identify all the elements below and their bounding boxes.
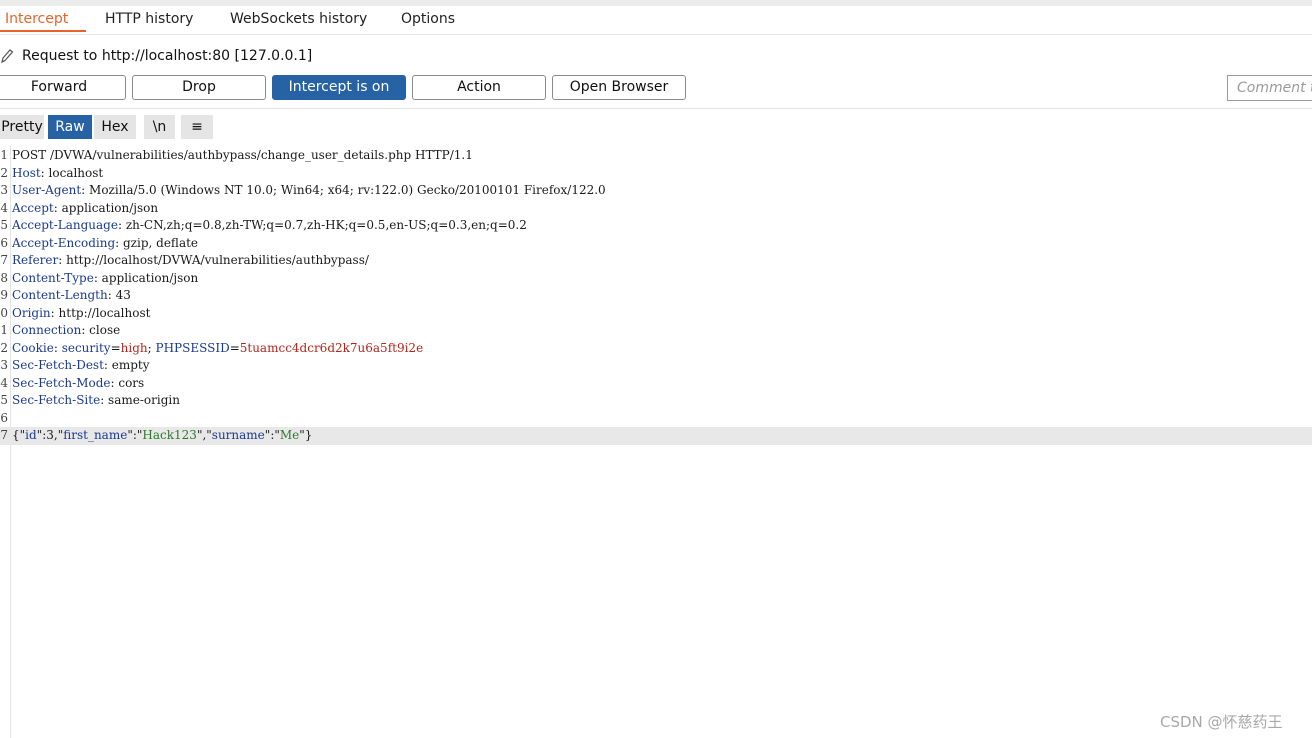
header-value: http://localhost/DVWA/vulnerabilities/au…: [66, 253, 369, 267]
header-name: Connection: [12, 323, 82, 337]
editor-line: 11Connection: close: [0, 322, 1312, 340]
line-number: 13: [0, 358, 8, 372]
menu-icon[interactable]: ≡: [181, 115, 213, 139]
header-value: localhost: [48, 165, 104, 180]
line-number: 15: [0, 393, 8, 407]
header-name: Sec-Fetch-Site: [12, 393, 101, 407]
open-browser-button[interactable]: Open Browser: [552, 75, 686, 100]
header-value: cors: [118, 375, 145, 390]
line-number: 3: [0, 183, 8, 197]
tab-http-history[interactable]: HTTP history: [105, 6, 193, 34]
header-name: User-Agent: [12, 183, 82, 197]
editor-line: 13Sec-Fetch-Dest: empty: [0, 357, 1312, 375]
header-name: Referer: [12, 253, 59, 267]
line-number: 5: [0, 218, 8, 232]
line-number: 11: [0, 323, 8, 337]
header-value: application/json: [101, 270, 199, 285]
header-value: same-origin: [108, 393, 180, 407]
json-value: 3: [46, 428, 54, 442]
line-number: 2: [0, 165, 8, 180]
line-number: 4: [0, 200, 8, 215]
header-value: gzip, deflate: [123, 235, 199, 250]
tab-bar: Intercept HTTP history WebSockets histor…: [0, 6, 1312, 35]
header-name: Accept-Language: [12, 218, 118, 232]
editor-line: 17{"id":3,"first_name":"Hack123","surnam…: [0, 427, 1312, 445]
editor-line: 4 Accept: application/json: [0, 200, 1312, 218]
editor-line: 3 User-Agent: Mozilla/5.0 (Windows NT 10.…: [0, 182, 1312, 200]
forward-button[interactable]: Forward: [0, 75, 126, 100]
line-number: 9: [0, 288, 8, 302]
action-button[interactable]: Action: [412, 75, 546, 100]
line-number: 7: [0, 253, 8, 267]
json-value: Me: [279, 428, 300, 442]
tab-websockets-history[interactable]: WebSockets history: [230, 6, 367, 34]
editor-line: 10Origin: http://localhost: [0, 305, 1312, 323]
header-name: Accept-Encoding: [12, 235, 116, 250]
editor-line: 14Sec-Fetch-Mode: cors: [0, 375, 1312, 393]
request-line: POST /DVWA/vulnerabilities/authbypass/ch…: [12, 148, 473, 162]
header-value: http://localhost: [58, 305, 151, 320]
editor-line: 7 Referer: http://localhost/DVWA/vulnerab…: [0, 252, 1312, 270]
comment-input[interactable]: Comment this item: [1227, 75, 1312, 101]
pencil-icon: [1, 49, 14, 64]
line-number: 8: [0, 270, 8, 285]
editor-line: 5 Accept-Language: zh-CN,zh;q=0.8,zh-TW;q…: [0, 217, 1312, 235]
view-pretty-button[interactable]: Pretty: [0, 115, 44, 139]
header-name: Content-Length: [12, 288, 108, 302]
cookie-value: high: [120, 340, 148, 355]
toolbar-divider: [0, 108, 1312, 109]
tab-intercept[interactable]: Intercept: [0, 6, 86, 32]
header-name: Origin: [12, 305, 51, 320]
watermark: CSDN @怀慈药王: [1160, 713, 1283, 731]
header-name: Accept: [12, 200, 54, 215]
header-name: Sec-Fetch-Dest: [12, 358, 104, 372]
editor-line: 8 Content-Type: application/json: [0, 270, 1312, 288]
editor-line: 2 Host: localhost: [0, 165, 1312, 183]
header-name: Cookie: [12, 340, 54, 355]
newline-toggle-button[interactable]: \n: [144, 115, 175, 139]
json-key: surname: [211, 428, 265, 442]
editor-line: 9 Content-Length: 43: [0, 287, 1312, 305]
editor-line: 6 Accept-Encoding: gzip, deflate: [0, 235, 1312, 253]
line-number: 17: [0, 428, 8, 442]
line-number: 10: [0, 305, 8, 320]
intercept-toggle-button[interactable]: Intercept is on: [272, 75, 406, 100]
header-name: Content-Type: [12, 270, 94, 285]
cookie-name: security: [61, 340, 111, 355]
editor-line: 16: [0, 410, 1312, 428]
tab-options[interactable]: Options: [401, 6, 455, 34]
header-value: zh-CN,zh;q=0.8,zh-TW;q=0.7,zh-HK;q=0.5,e…: [125, 218, 527, 232]
request-editor[interactable]: 1 POST /DVWA/vulnerabilities/authbypass/c…: [0, 147, 1312, 445]
drop-button[interactable]: Drop: [132, 75, 266, 100]
json-key: first_name: [63, 428, 128, 442]
view-raw-button[interactable]: Raw: [48, 115, 92, 139]
header-value: close: [89, 323, 121, 337]
line-number: 12: [0, 340, 8, 355]
cookie-value: 5tuamcc4dcr6d2k7u6a5ft9i2e: [239, 340, 424, 355]
cookie-name: PHPSESSID: [155, 340, 230, 355]
editor-line: 15Sec-Fetch-Site: same-origin: [0, 392, 1312, 410]
header-name: Host: [12, 165, 41, 180]
line-number: 16: [0, 410, 8, 425]
header-name: Sec-Fetch-Mode: [12, 375, 111, 390]
line-number: 6: [0, 235, 8, 250]
json-key: id: [25, 428, 37, 442]
header-value: application/json: [61, 200, 159, 215]
editor-line: 1 POST /DVWA/vulnerabilities/authbypass/c…: [0, 147, 1312, 165]
editor-line: 12Cookie: security=high; PHPSESSID=5tuam…: [0, 340, 1312, 358]
view-hex-button[interactable]: Hex: [94, 115, 136, 139]
header-value: 43: [115, 288, 131, 302]
line-number: 1: [0, 148, 8, 162]
line-number: 14: [0, 375, 8, 390]
header-value: Mozilla/5.0 (Windows NT 10.0; Win64; x64…: [89, 183, 606, 197]
request-target-label: Request to http://localhost:80 [127.0.0.…: [22, 48, 313, 64]
json-value: Hack123: [142, 428, 197, 442]
header-value: empty: [111, 358, 150, 372]
